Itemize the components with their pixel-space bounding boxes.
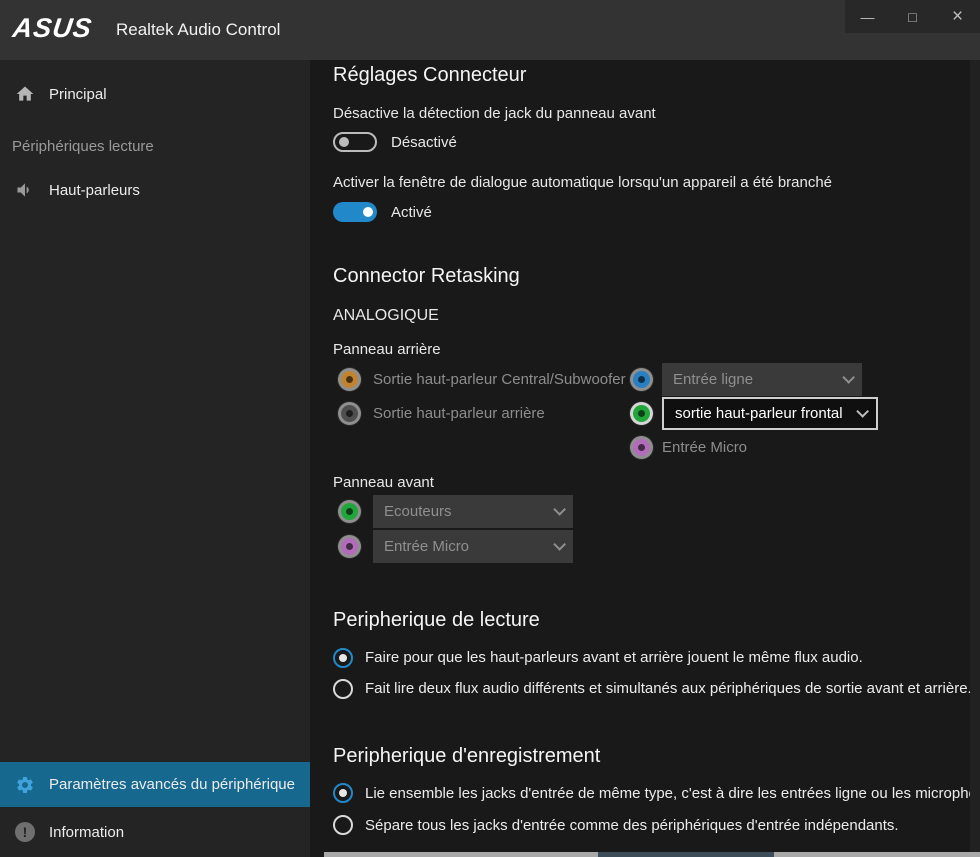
retask-dropdown-mic-in[interactable]: Entrée Micro [373,530,573,563]
audio-jack-icon-green [633,405,650,422]
recording-options: Lie ensemble les jacks d'entrée de même … [333,777,980,841]
chevron-down-icon [553,503,566,516]
horizontal-scrollbar-thumb[interactable] [598,852,774,857]
subsection-analog: ANALOGIQUE [333,307,439,325]
audio-jack-icon-orange [341,371,358,388]
radio-selected-icon [333,783,353,803]
audio-jack-icon-pink [633,439,650,456]
audio-jack-icon-pink [341,538,358,555]
rear-panel-label: Panneau arrière [333,341,441,358]
recording-option-tie-jacks[interactable]: Lie ensemble les jacks d'entrée de même … [333,777,980,809]
sidebar-item-label: Information [49,824,124,841]
dropdown-value: sortie haut-parleur frontal [675,405,843,422]
playback-options: Faire pour que les haut-parleurs avant e… [333,642,980,704]
home-icon [14,83,36,105]
minimize-icon: — [861,9,875,25]
front-panel-row: Ecouteurs [333,494,980,529]
dropdown-value: Entrée ligne [673,371,753,388]
maximize-button[interactable]: □ [890,0,935,33]
toggle-label-auto-dialog: Activer la fenêtre de dialogue automatiq… [333,174,832,191]
radio-unselected-icon [333,679,353,699]
retask-dropdown-headphones[interactable]: Ecouteurs [373,495,573,528]
rear-panel-row: Sortie haut-parleur Central/Subwoofer En… [333,362,980,396]
recording-option-separate-jacks[interactable]: Sépare tous les jacks d'entrée comme des… [333,809,980,841]
horizontal-scrollbar[interactable] [324,852,980,857]
playback-option-two-streams[interactable]: Fait lire deux flux audio différents et … [333,673,980,704]
sidebar-section-label: Périphériques lecture [0,138,310,156]
rear-panel-row: Entrée Micro [333,430,980,464]
radio-label: Fait lire deux flux audio différents et … [365,680,972,697]
sidebar-item-information[interactable]: ! Information [0,807,310,857]
jack-label: Sortie haut-parleur arrière [373,405,545,422]
audio-jack-icon-green [341,503,358,520]
section-title-playback-device: Peripherique de lecture [333,609,540,632]
minimize-button[interactable]: — [845,0,890,33]
toggle-state-label: Désactivé [391,134,457,151]
radio-selected-icon [333,648,353,668]
sidebar-bottom-group: Paramètres avancés du périphérique ! Inf… [0,762,310,857]
sidebar-item-principal[interactable]: Principal [0,72,310,116]
audio-jack-icon-blue [633,371,650,388]
auto-popup-dialog-toggle[interactable] [333,202,377,222]
main-content: Réglages Connecteur Désactive la détecti… [310,60,980,857]
toggle-label-jack-detection: Désactive la détection de jack du pannea… [333,105,656,122]
titlebar: ASUS Realtek Audio Control — □ × [0,0,980,60]
retask-dropdown-front-speaker-out[interactable]: sortie haut-parleur frontal [662,397,878,430]
dropdown-value: Ecouteurs [384,503,452,520]
radio-label: Sépare tous les jacks d'entrée comme des… [365,817,899,834]
front-panel-rows: Ecouteurs Entrée Micro [333,494,980,564]
speaker-icon [14,179,36,201]
jack-label: Sortie haut-parleur Central/Subwoofer [373,371,626,388]
jack-label: Entrée Micro [662,439,747,456]
toggle-state-label: Activé [391,204,432,221]
gear-icon [14,774,36,796]
chevron-down-icon [856,405,869,418]
maximize-icon: □ [908,9,916,25]
radio-unselected-icon [333,815,353,835]
asus-logo: ASUS [11,13,94,44]
sidebar-item-haut-parleurs[interactable]: Haut-parleurs [0,168,310,212]
audio-jack-icon-gray [341,405,358,422]
sidebar-item-label: Haut-parleurs [49,182,140,199]
section-title-connector-retasking: Connector Retasking [333,265,520,288]
close-icon: × [952,6,963,28]
vertical-scrollbar[interactable] [970,60,980,852]
realtek-audio-control-window: ASUS Realtek Audio Control — □ × Princip… [0,0,980,857]
playback-option-same-stream[interactable]: Faire pour que les haut-parleurs avant e… [333,642,980,673]
section-title-connector-settings: Réglages Connecteur [333,64,526,87]
sidebar-item-label: Principal [49,86,107,103]
rear-panel-rows: Sortie haut-parleur Central/Subwoofer En… [333,362,980,464]
section-title-recording-device: Peripherique d'enregistrement [333,745,600,768]
toggle-knob [363,207,373,217]
dropdown-value: Entrée Micro [384,538,469,555]
retask-dropdown-line-in[interactable]: Entrée ligne [662,363,862,396]
chevron-down-icon [553,538,566,551]
rear-panel-row: Sortie haut-parleur arrière sortie haut-… [333,396,980,430]
close-button[interactable]: × [935,0,980,33]
sidebar-item-advanced-settings[interactable]: Paramètres avancés du périphérique [0,762,310,807]
sidebar-item-label: Paramètres avancés du périphérique [49,776,295,793]
chevron-down-icon [842,371,855,384]
radio-label: Lie ensemble les jacks d'entrée de même … [365,785,980,802]
sidebar: Principal Périphériques lecture Haut-par… [0,60,310,857]
front-jack-detection-toggle[interactable] [333,132,377,152]
radio-label: Faire pour que les haut-parleurs avant e… [365,649,863,666]
toggle-knob [339,137,349,147]
window-controls: — □ × [845,0,980,33]
app-title: Realtek Audio Control [116,20,280,40]
front-panel-label: Panneau avant [333,474,434,491]
info-icon: ! [14,821,36,843]
front-panel-row: Entrée Micro [333,529,980,564]
